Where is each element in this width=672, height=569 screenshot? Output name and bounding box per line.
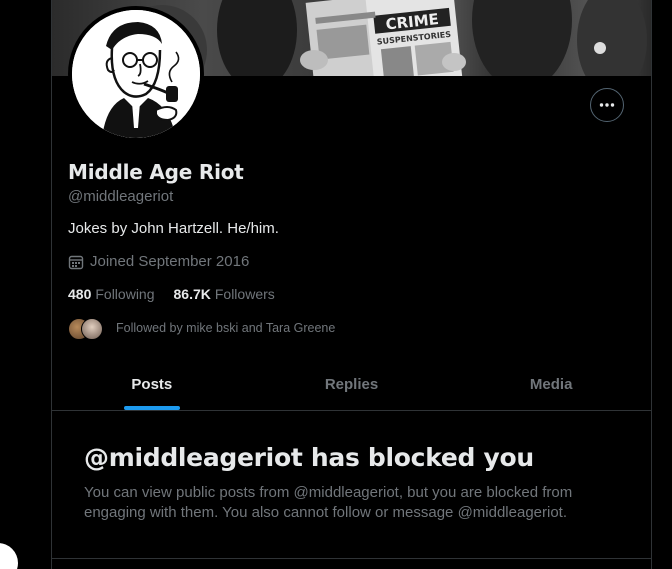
followers-label: Followers (214, 286, 275, 302)
tab-replies[interactable]: Replies (252, 358, 452, 410)
account-avatar-partial[interactable] (0, 543, 18, 569)
followers-count: 86.7K (173, 286, 211, 302)
more-horizontal-icon (599, 103, 615, 107)
pipe-man-illustration (72, 10, 200, 138)
blocked-message: You can view public posts from @middleag… (84, 484, 573, 521)
avatar (81, 318, 103, 340)
profile-joined: Joined September 2016 (68, 253, 249, 270)
joined-text: Joined September 2016 (90, 253, 250, 270)
more-options-button[interactable] (590, 88, 624, 122)
following-label: Following (95, 286, 155, 302)
tab-label: Replies (324, 375, 379, 393)
profile-avatar[interactable] (68, 6, 204, 142)
profile-page: CRIME SUSPENSTORIES Middle Age Riot @mid… (0, 0, 672, 569)
tab-media[interactable]: Media (451, 358, 651, 410)
following-link[interactable]: 480 Following (68, 286, 155, 302)
divider (52, 558, 651, 559)
tab-posts[interactable]: Posts (52, 358, 252, 410)
blocked-title: @middleageriot has blocked you (84, 443, 534, 472)
active-tab-indicator (123, 406, 180, 410)
followed-by-text: Followed by mike bski and Tara Greene (116, 321, 336, 335)
profile-bio: Jokes by John Hartzell. He/him. (68, 220, 279, 237)
calendar-icon (68, 255, 84, 269)
tab-label: Posts (131, 375, 173, 393)
followers-link[interactable]: 86.7K Followers (174, 286, 275, 302)
profile-tabs: Posts Replies Media (52, 358, 651, 411)
following-count: 480 (68, 286, 92, 302)
profile-name: Middle Age Riot (68, 160, 244, 184)
followers-you-know-avatars (68, 316, 108, 340)
profile-column: CRIME SUSPENSTORIES Middle Age Riot @mid… (51, 0, 652, 569)
tab-label: Media (529, 375, 573, 393)
profile-stats: 480 Following 86.7K Followers (68, 286, 275, 302)
followed-by-link[interactable]: Followed by mike bski and Tara Greene (68, 316, 335, 340)
profile-handle: @middleageriot (68, 188, 174, 205)
